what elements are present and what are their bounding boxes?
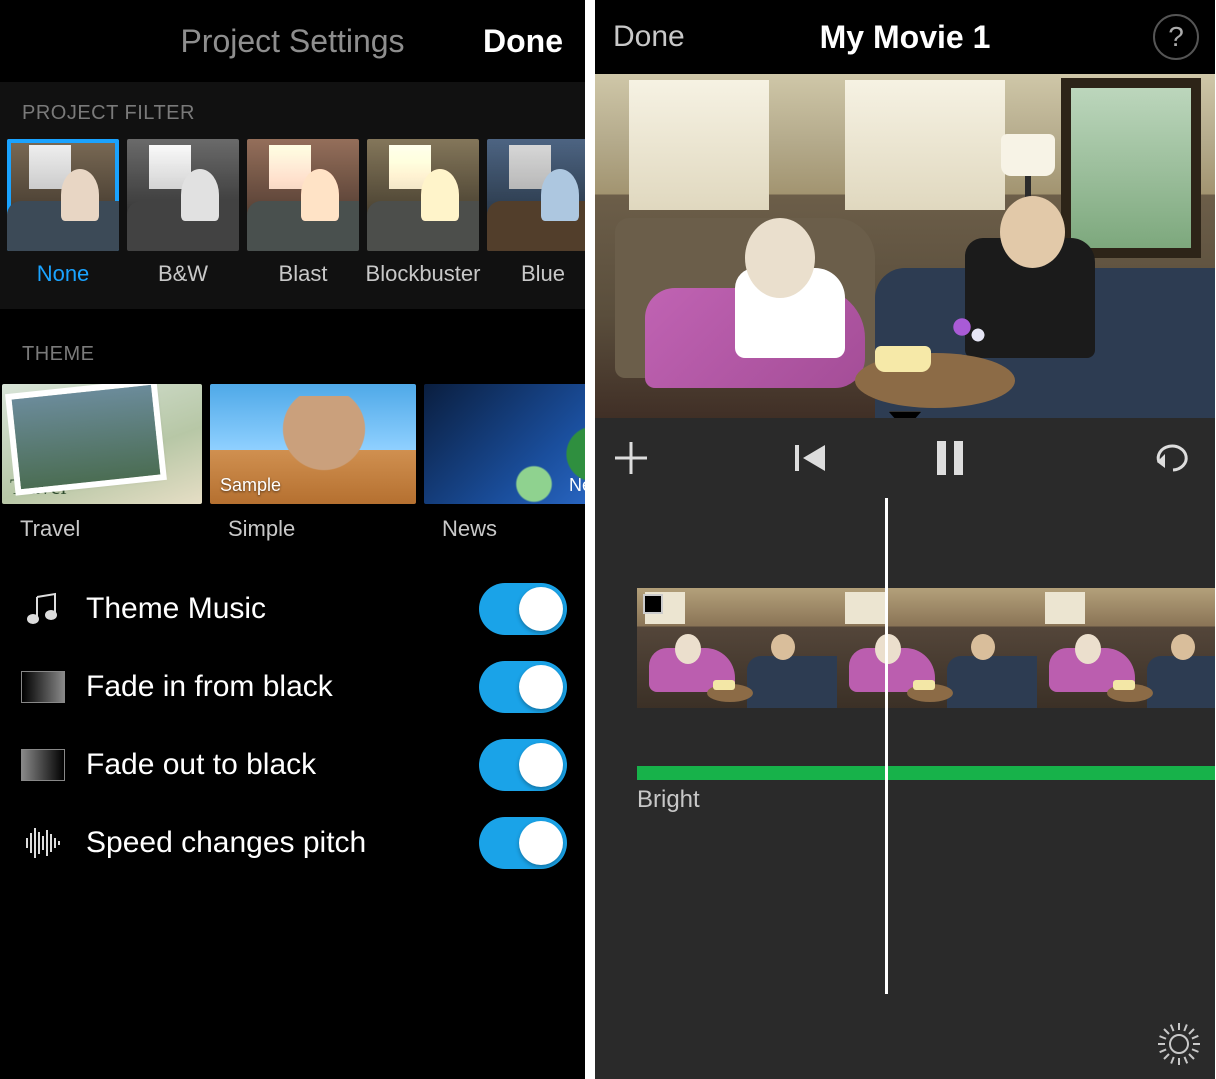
nav-bar: Done My Movie 1 ? xyxy=(595,0,1215,74)
filter-thumb xyxy=(127,139,239,251)
theme-item-simple[interactable]: Sample Simple xyxy=(210,384,416,542)
toggle-fade-in[interactable] xyxy=(479,661,567,713)
clip[interactable] xyxy=(1037,588,1215,708)
timeline[interactable]: Bright xyxy=(595,498,1215,1079)
waveform-icon xyxy=(18,823,68,863)
theme-label: Simple xyxy=(228,516,416,542)
theme-thumb: News xyxy=(424,384,585,504)
go-to-start-button[interactable] xyxy=(795,443,829,473)
audio-track[interactable] xyxy=(637,766,1215,780)
clip[interactable] xyxy=(837,588,1037,708)
filter-item-blue[interactable]: Blue xyxy=(485,139,585,287)
audio-track-label: Bright xyxy=(637,786,700,814)
video-preview[interactable] xyxy=(595,74,1215,418)
theme-label: News xyxy=(442,516,585,542)
option-speed-pitch: Speed changes pitch xyxy=(18,804,567,882)
video-track[interactable] xyxy=(637,588,1215,708)
nav-title: Project Settings xyxy=(180,23,404,60)
undo-button[interactable] xyxy=(1153,442,1193,474)
filter-thumb xyxy=(367,139,479,251)
option-label: Speed changes pitch xyxy=(86,826,479,860)
section-header-theme: THEME xyxy=(0,309,585,380)
theme-item-travel[interactable]: Travel Travel xyxy=(2,384,202,542)
done-button[interactable]: Done xyxy=(483,0,563,82)
project-title: My Movie 1 xyxy=(820,19,991,56)
option-theme-music: Theme Music xyxy=(18,570,567,648)
option-label: Fade in from black xyxy=(86,670,479,704)
done-button[interactable]: Done xyxy=(613,20,685,54)
filter-label: Blast xyxy=(279,261,328,287)
filter-item-blast[interactable]: Blast xyxy=(245,139,361,287)
option-label: Fade out to black xyxy=(86,748,479,782)
toggle-theme-music[interactable] xyxy=(479,583,567,635)
movie-editor-screen: Done My Movie 1 ? xyxy=(595,0,1215,1079)
project-settings-screen: Project Settings Done PROJECT FILTER Non… xyxy=(0,0,585,1079)
option-fade-in: Fade in from black xyxy=(18,648,567,726)
filter-item-blockbuster[interactable]: Blockbuster xyxy=(365,139,481,287)
option-fade-out: Fade out to black xyxy=(18,726,567,804)
theme-badge: Sample xyxy=(220,475,281,496)
theme-badge: News xyxy=(569,475,585,496)
theme-badge: Travel xyxy=(10,474,67,500)
section-header-filter: PROJECT FILTER xyxy=(0,82,585,139)
nav-bar: Project Settings Done xyxy=(0,0,585,82)
options-list: Theme Music Fade in from black Fade out … xyxy=(0,542,585,882)
playhead[interactable] xyxy=(885,498,888,994)
filter-thumb xyxy=(247,139,359,251)
project-settings-button[interactable] xyxy=(1155,1020,1203,1068)
filter-thumb xyxy=(7,139,119,251)
gear-icon xyxy=(1155,1020,1203,1068)
filter-strip[interactable]: None B&W Blast Blockbuster Blue xyxy=(0,139,585,309)
theme-item-news[interactable]: News News xyxy=(424,384,585,542)
add-media-button[interactable] xyxy=(613,440,649,476)
theme-label: Travel xyxy=(20,516,202,542)
theme-thumb: Sample xyxy=(210,384,416,504)
filter-label: Blue xyxy=(521,261,565,287)
help-button[interactable]: ? xyxy=(1153,14,1199,60)
transport-bar xyxy=(595,418,1215,498)
filter-label: None xyxy=(37,261,90,287)
theme-strip[interactable]: Travel Travel Sample Simple News News xyxy=(0,380,585,542)
filter-item-none[interactable]: None xyxy=(5,139,121,287)
help-icon: ? xyxy=(1168,21,1184,53)
music-icon xyxy=(18,589,68,629)
option-label: Theme Music xyxy=(86,592,479,626)
filter-item-bw[interactable]: B&W xyxy=(125,139,241,287)
theme-thumb: Travel xyxy=(2,384,202,504)
fade-in-icon xyxy=(18,667,68,707)
toggle-speed-pitch[interactable] xyxy=(479,817,567,869)
toggle-fade-out[interactable] xyxy=(479,739,567,791)
mute-icon xyxy=(643,594,663,614)
fade-out-icon xyxy=(18,745,68,785)
filter-label: Blockbuster xyxy=(366,261,481,287)
clip[interactable] xyxy=(637,588,837,708)
pause-button[interactable] xyxy=(935,441,965,475)
filter-label: B&W xyxy=(158,261,208,287)
filter-thumb xyxy=(487,139,585,251)
